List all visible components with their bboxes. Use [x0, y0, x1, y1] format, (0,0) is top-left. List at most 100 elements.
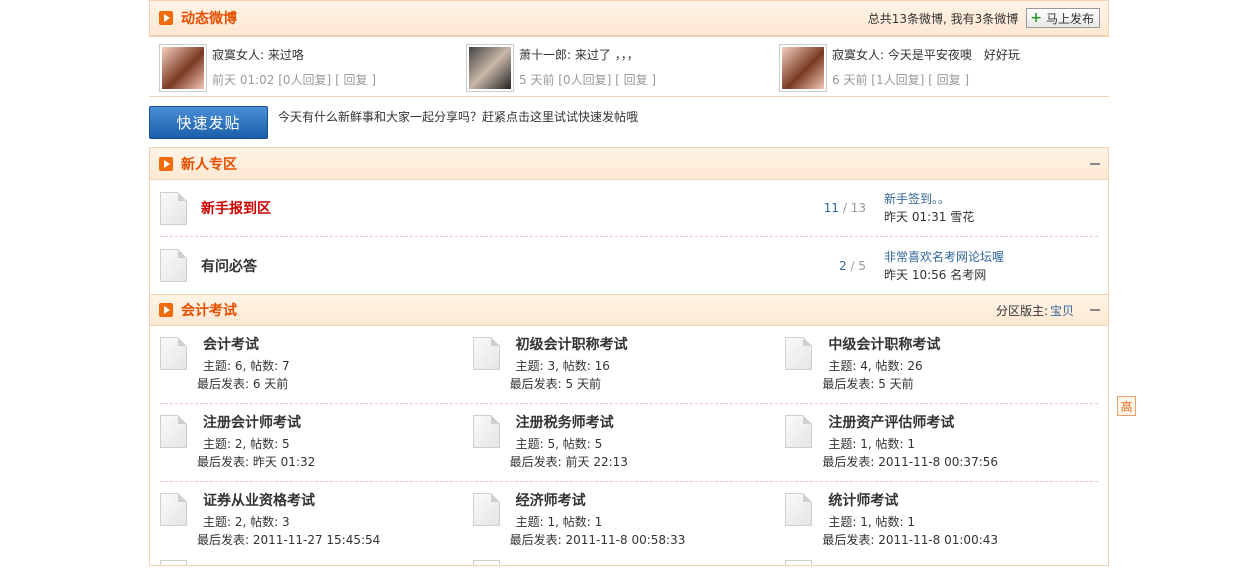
- weibo-title[interactable]: 动态微博: [181, 8, 237, 28]
- forum-name[interactable]: 新手报到区: [201, 198, 761, 218]
- last-post-user[interactable]: 雪花: [950, 210, 974, 224]
- forum-doc-icon: [472, 415, 500, 448]
- weibo-user[interactable]: 寂寞女人: [212, 48, 260, 62]
- play-arrow-icon: [159, 156, 173, 171]
- weibo-time: 前天 01:02: [212, 73, 275, 87]
- avatar[interactable]: [466, 44, 514, 92]
- forum-name[interactable]: 有问必答: [201, 256, 761, 276]
- forum-last-post: 最后发表: 前天 22:13: [509, 455, 628, 469]
- weibo-item: 寂寞女人: 来过咯 前天 01:02 [0人回复] [ 回复 ]: [149, 37, 462, 96]
- publish-weibo-button[interactable]: + 马上发布: [1026, 8, 1100, 28]
- quick-post: 快速发贴 今天有什么新鲜事和大家一起分享吗？赶紧点击这里试试快速发帖哦: [149, 97, 1109, 147]
- forum-name[interactable]: 注册资产评估师考试: [828, 414, 998, 432]
- last-post-title[interactable]: 非常喜欢名考网论坛喔: [884, 248, 1004, 266]
- forum-name[interactable]: 中级会计职称考试: [828, 336, 940, 354]
- forum-name[interactable]: 初级会计职称考试: [516, 336, 628, 354]
- forum-page: 动态微博 总共13条微博, 我有3条微博 + 马上发布 寂寞女人: 来过咯 前天…: [149, 0, 1109, 566]
- plus-icon: +: [1030, 10, 1042, 26]
- forum-name[interactable]: 注册税务师考试: [516, 414, 628, 432]
- newbie-title[interactable]: 新人专区: [181, 154, 237, 174]
- quick-post-button[interactable]: 快速发贴: [149, 106, 268, 139]
- forum-doc-icon: [160, 249, 187, 282]
- forum-doc-icon: [160, 337, 187, 370]
- weibo-reply-link[interactable]: [ 回复 ]: [928, 73, 969, 87]
- weibo-item: 寂寞女人: 今天是平安夜噢 好好玩 6 天前 [1人回复] [ 回复 ]: [775, 37, 1088, 96]
- forum-grid-row: 证券从业资格考试主题: 2, 帖数: 3 最后发表: 2011-11-27 15:…: [160, 482, 1098, 560]
- post-count: 5: [858, 258, 866, 273]
- post-count: 13: [850, 201, 866, 215]
- forum-name[interactable]: 证券从业资格考试: [203, 492, 380, 510]
- forum-row: 新手报到区 11 / 13 新手签到。。 昨天 01:31 雪花: [160, 180, 1098, 237]
- newbie-section: 新人专区 新手报到区 11 / 13 新手签到。。 昨天 01:31 雪花 有问…: [149, 147, 1109, 566]
- forum-doc-icon: [785, 415, 813, 448]
- back-to-top-button[interactable]: 高: [1117, 396, 1136, 416]
- forum-stats: 主题: 2, 帖数: 3: [203, 515, 290, 529]
- forum-name[interactable]: 会计考试: [203, 336, 290, 354]
- play-arrow-icon: [159, 303, 173, 317]
- next-row-peek: [160, 560, 1098, 565]
- weibo-list: 寂寞女人: 来过咯 前天 01:02 [0人回复] [ 回复 ] 萧十一郎: 来…: [149, 37, 1109, 97]
- forum-row: 有问必答 2 / 5 非常喜欢名考网论坛喔 昨天 10:56 名考网: [150, 237, 1098, 294]
- accounting-forum-grid: 会计考试 主题: 6, 帖数: 7 最后发表: 6 天前 初级会计职称考试 主题: 3,…: [150, 326, 1108, 560]
- forum-stats: 主题: 1, 帖数: 1: [828, 515, 915, 529]
- forum-last-post: 最后发表: 5 天前: [822, 377, 914, 391]
- forum-doc-icon: [785, 337, 813, 370]
- quick-post-prompt[interactable]: 今天有什么新鲜事和大家一起分享吗？赶紧点击这里试试快速发帖哦: [278, 108, 638, 125]
- play-arrow-icon: [159, 11, 173, 25]
- weibo-section: 动态微博 总共13条微博, 我有3条微博 + 马上发布: [149, 0, 1109, 37]
- forum-doc-icon: [472, 337, 500, 370]
- forum-stats: 主题: 2, 帖数: 5: [203, 437, 290, 451]
- forum-name[interactable]: 经济师考试: [516, 492, 686, 510]
- weibo-item: 萧十一郎: 来过了 ，，， 5 天前 [0人回复] [ 回复 ]: [462, 37, 775, 96]
- forum-stats: 主题: 1, 帖数: 1: [515, 515, 603, 529]
- forum-cell: 统计师考试主题: 1, 帖数: 1 最后发表: 2011-11-8 01:00:4…: [785, 492, 1098, 560]
- weibo-summary: 总共13条微博, 我有3条微博: [867, 11, 1019, 26]
- forum-last-post: 最后发表: 2011-11-8 00:37:56: [822, 455, 999, 469]
- forum-cell: 证券从业资格考试主题: 2, 帖数: 3 最后发表: 2011-11-27 15:…: [160, 492, 473, 560]
- weibo-time: 6 天前: [832, 73, 868, 87]
- avatar[interactable]: [159, 44, 207, 92]
- weibo-user[interactable]: 寂寞女人: [832, 48, 880, 62]
- collapse-icon[interactable]: [1090, 309, 1100, 311]
- moderator-label: 分区版主:: [995, 303, 1048, 318]
- weibo-text: 今天是平安夜噢 好好玩: [887, 48, 1020, 62]
- avatar[interactable]: [779, 44, 827, 92]
- weibo-replies[interactable]: [0人回复]: [558, 73, 611, 87]
- weibo-reply-link[interactable]: [ 回复 ]: [335, 73, 376, 87]
- forum-last-post: 最后发表: 2011-11-8 01:00:43: [822, 533, 999, 547]
- weibo-reply-link[interactable]: [ 回复 ]: [615, 73, 656, 87]
- weibo-time: 5 天前: [519, 73, 555, 87]
- forum-name[interactable]: 统计师考试: [828, 492, 998, 510]
- forum-cell: 经济师考试主题: 1, 帖数: 1 最后发表: 2011-11-8 00:58:3…: [472, 492, 786, 560]
- last-post-time: 昨天 01:31: [884, 210, 947, 224]
- forum-grid-row: 注册会计师考试主题: 2, 帖数: 5 最后发表: 昨天 01:32 注册税务师考试…: [160, 404, 1098, 482]
- last-post-user[interactable]: 名考网: [950, 268, 986, 282]
- forum-last-post: 最后发表: 昨天 01:32: [197, 455, 316, 469]
- weibo-replies[interactable]: [0人回复]: [278, 73, 331, 87]
- forum-cell: 注册资产评估师考试 主题: 1, 帖数: 1 最后发表: 2011-11-8 00:…: [785, 414, 1098, 481]
- forum-last-post: 最后发表: 2011-11-27 15:45:54: [197, 533, 381, 547]
- forum-cell: 注册税务师考试 主题: 5, 帖数: 5 最后发表: 前天 22:13: [472, 414, 786, 481]
- forum-cell: 注册会计师考试主题: 2, 帖数: 5 最后发表: 昨天 01:32: [160, 414, 473, 481]
- forum-doc-icon: [160, 415, 187, 448]
- last-post-title[interactable]: 新手签到。。: [884, 190, 974, 208]
- accounting-title[interactable]: 会计考试: [181, 300, 237, 320]
- accounting-header: 会计考试 分区版主: 宝贝: [150, 294, 1108, 326]
- forum-last-post: 最后发表: 6 天前: [197, 377, 289, 391]
- forum-cell: 中级会计职称考试 主题: 4, 帖数: 26 最后发表: 5 天前: [785, 336, 1098, 403]
- forum-doc-icon: [160, 493, 187, 526]
- weibo-header: 动态微博 总共13条微博, 我有3条微博 + 马上发布: [150, 0, 1108, 36]
- moderator-link[interactable]: 宝贝: [1050, 302, 1074, 319]
- newbie-header: 新人专区: [150, 148, 1108, 180]
- last-post-time: 昨天 10:56: [884, 267, 947, 282]
- forum-cell: 初级会计职称考试 主题: 3, 帖数: 16 最后发表: 5 天前: [472, 336, 786, 403]
- weibo-replies[interactable]: [1人回复]: [871, 73, 924, 87]
- collapse-icon[interactable]: [1090, 162, 1100, 165]
- weibo-user[interactable]: 萧十一郎: [519, 48, 567, 62]
- forum-doc-icon: [160, 191, 187, 225]
- forum-last-post: 最后发表: 2011-11-8 00:58:33: [509, 533, 686, 547]
- forum-name[interactable]: 注册会计师考试: [203, 414, 315, 432]
- topic-count: 11: [823, 201, 840, 215]
- publish-label: 马上发布: [1045, 11, 1094, 26]
- forum-last-post: 最后发表: 5 天前: [509, 377, 601, 391]
